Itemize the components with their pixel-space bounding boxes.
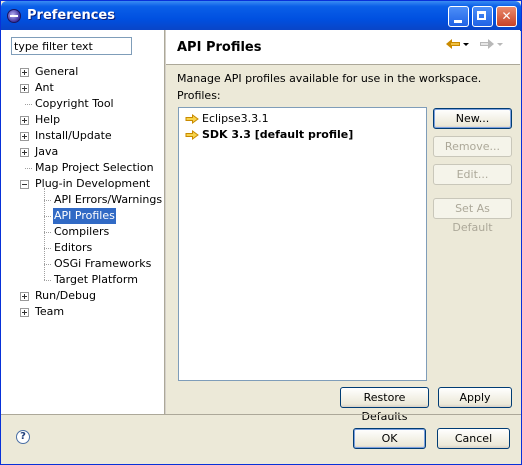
tree-connector [25,104,32,105]
profiles-label: Profiles: [177,89,221,102]
expand-icon[interactable] [20,292,29,301]
tree-connector [44,264,51,265]
collapse-icon[interactable] [20,180,29,189]
tree-child-item[interactable]: API Profiles [1,208,164,224]
expand-icon[interactable] [20,308,29,317]
tree-connector [44,248,51,249]
eclipse-icon [7,9,21,23]
restore-defaults-button[interactable]: Restore Defaults [340,387,429,423]
tree-branch-line [44,188,45,280]
tree-child-item[interactable]: Target Platform [1,272,164,288]
expand-icon[interactable] [20,116,29,125]
page-description: Manage API profiles available for use in… [177,72,482,85]
tree-child-label: OSGi Frameworks [54,257,152,270]
tree-connector [25,168,32,169]
expand-icon[interactable] [20,132,29,141]
tree-item[interactable]: Run/Debug [1,288,164,304]
back-arrow-icon [446,39,460,49]
forward-dropdown-icon[interactable] [497,43,503,46]
apply-button[interactable]: Apply [438,387,512,408]
expand-icon[interactable] [20,68,29,77]
maximize-button[interactable] [472,6,493,27]
tree-item[interactable]: Plug-in Development [1,176,164,192]
tree-item[interactable]: Team [1,304,164,320]
minimize-button[interactable] [448,6,469,27]
tree-item-label: Ant [35,81,54,94]
tree-child-item[interactable]: OSGi Frameworks [1,256,164,272]
edit-button[interactable]: Edit... [433,164,512,185]
tree-item-label: Help [35,113,61,126]
page-title: API Profiles [177,40,262,55]
footer-separator [1,414,521,415]
forward-arrow-icon [480,39,494,49]
tree-connector [44,216,51,217]
profile-arrow-icon [185,130,199,140]
tree-connector [44,200,51,201]
tree-connector [44,232,51,233]
tree-item[interactable]: Ant [1,80,164,96]
tree-item-label: Run/Debug [35,289,96,302]
profile-arrow-icon [185,114,199,124]
tree-child-item[interactable]: Compilers [1,224,164,240]
expand-icon[interactable] [20,84,29,93]
close-button[interactable]: ✕ [496,6,517,27]
tree-item-label: Team [35,305,65,318]
profiles-list[interactable]: Eclipse3.3.1 SDK 3.3 [default profile] [178,107,427,381]
remove-button[interactable]: Remove... [433,136,512,157]
tree-child-item[interactable]: Editors [1,240,164,256]
tree-item[interactable]: Help [1,112,164,128]
navigation-pane: General Ant Copyright Tool Help Install/Upda… [1,30,164,414]
tree-item-label: Java [35,145,59,158]
preference-page: API Profiles Manage API profiles availab… [166,30,520,423]
back-button[interactable] [446,39,470,53]
profile-name: SDK 3.3 [default profile] [202,128,354,141]
tree-item-label: Install/Update [35,129,112,142]
tree-child-label: API Errors/Warnings [54,193,163,206]
tree-item-label: Plug-in Development [35,177,151,190]
profile-name: Eclipse3.3.1 [202,112,269,125]
tree-item[interactable]: Java [1,144,164,160]
tree-child-label: Editors [54,241,93,254]
tree-child-label: Compilers [54,225,110,238]
tree-item[interactable]: General [1,64,164,80]
tree-item-label: General [35,65,79,78]
tree-item-label: Map Project Selection [35,161,154,174]
tree-item[interactable]: Copyright Tool [1,96,164,112]
tree-connector [44,280,51,281]
tree-item-label: Copyright Tool [35,97,114,110]
tree-item[interactable]: Map Project Selection [1,160,164,176]
expand-icon[interactable] [20,148,29,157]
help-icon[interactable]: ? [16,430,30,444]
tree-child-label: API Profiles [53,208,116,224]
back-dropdown-icon[interactable] [463,43,469,46]
forward-button[interactable] [480,39,504,53]
filter-input[interactable] [11,37,132,55]
cancel-button[interactable]: Cancel [437,428,510,449]
tree-item[interactable]: Install/Update [1,128,164,144]
window-title: Preferences [27,8,115,23]
set-as-default-button[interactable]: Set As Default [433,198,512,234]
new-button[interactable]: New... [433,108,512,129]
tree-child-item[interactable]: API Errors/Warnings [1,192,164,208]
title-bar[interactable]: Preferences ✕ [1,1,521,31]
ok-button[interactable]: OK [353,428,426,449]
page-header: API Profiles [166,30,520,65]
tree-child-label: Target Platform [54,273,138,286]
